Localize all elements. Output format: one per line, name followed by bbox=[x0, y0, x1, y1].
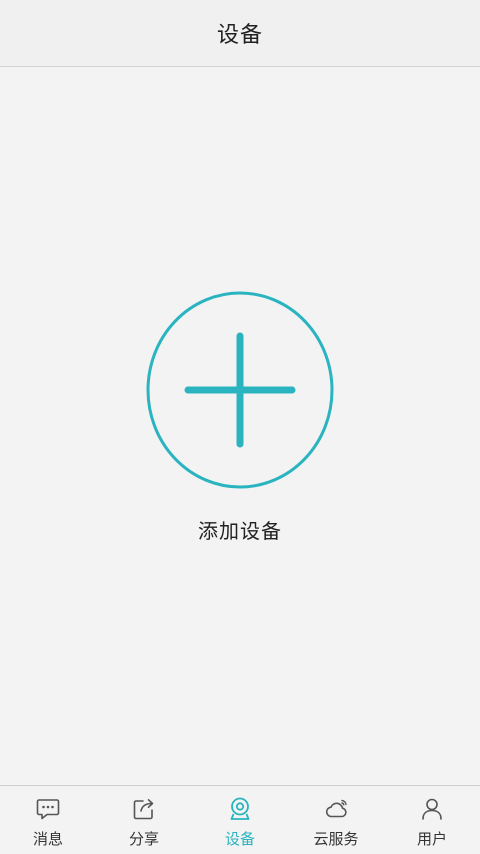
plus-icon bbox=[146, 291, 334, 489]
cloud-icon bbox=[325, 799, 347, 818]
tab-share[interactable]: 分享 bbox=[96, 786, 192, 854]
tab-label: 消息 bbox=[32, 830, 63, 848]
tab-label: 云服务 bbox=[313, 830, 359, 848]
tab-devices[interactable]: 设备 bbox=[192, 786, 288, 854]
user-icon bbox=[422, 798, 442, 820]
add-device-area bbox=[144, 290, 336, 490]
tab-cloud-service[interactable]: 云服务 bbox=[288, 786, 384, 854]
camera-icon bbox=[230, 797, 250, 820]
add-device-button[interactable] bbox=[144, 290, 336, 490]
tab-user[interactable]: 用户 bbox=[384, 786, 480, 854]
bottom-tab-bar: 消息 分享 设备 云服务 用户 bbox=[0, 785, 480, 854]
tab-label: 用户 bbox=[416, 830, 447, 848]
tab-messages[interactable]: 消息 bbox=[0, 786, 96, 854]
top-bar: 设备 bbox=[0, 0, 480, 67]
tab-label: 设备 bbox=[224, 830, 255, 848]
share-icon bbox=[133, 799, 154, 820]
add-device-label[interactable]: 添加设备 bbox=[0, 515, 480, 544]
page-title: 设备 bbox=[216, 23, 263, 48]
tab-label: 分享 bbox=[128, 830, 159, 848]
message-icon bbox=[36, 799, 60, 820]
